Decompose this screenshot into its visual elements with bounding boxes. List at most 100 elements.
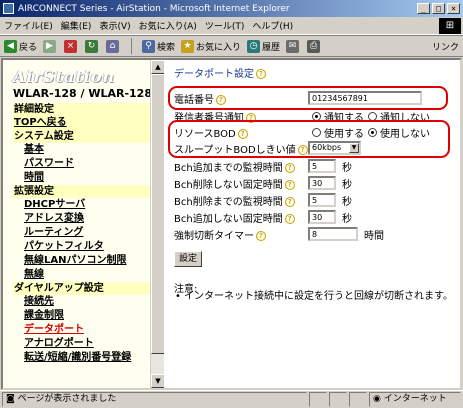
sidebar-item[interactable]: 転送/短縮/識別番号登録 xyxy=(13,351,150,365)
sidebar-item[interactable]: アドレス変換 xyxy=(13,212,150,226)
timer-input[interactable] xyxy=(308,193,336,207)
forward-arrow-icon: ▶ xyxy=(43,39,57,53)
refresh-icon: ↻ xyxy=(85,39,99,53)
sidebar-item[interactable]: 無線LANパソコン制限 xyxy=(13,254,150,268)
sidebar-item[interactable]: パスワード xyxy=(13,157,150,171)
timer-label: Bch削除しない固定時間? xyxy=(174,176,308,191)
status-cell xyxy=(309,392,327,407)
history-label: 履歴 xyxy=(262,42,281,53)
submit-button[interactable]: 設定 xyxy=(174,251,203,267)
home-button[interactable]: ⌂ xyxy=(106,39,121,53)
home-icon: ⌂ xyxy=(106,39,120,53)
menu-favorites[interactable]: お気に入り(A) xyxy=(139,19,197,32)
help-icon[interactable]: ? xyxy=(284,213,295,224)
model-name: WLAR-128 / WLAR-128G xyxy=(13,87,162,100)
refresh-button[interactable]: ↻ xyxy=(85,39,100,53)
menu-edit[interactable]: 編集(E) xyxy=(61,19,92,32)
bullet-icon: • xyxy=(175,291,181,302)
sidebar-item[interactable]: 時間 xyxy=(13,171,150,185)
menu-file[interactable]: ファイル(E) xyxy=(4,19,53,32)
search-button[interactable]: ⚲ 検索 xyxy=(142,39,175,53)
help-icon[interactable]: ? xyxy=(284,196,295,207)
windows-logo-icon: ⊞ xyxy=(439,18,461,34)
favorites-label: お気に入り xyxy=(196,42,242,53)
timer-unit: 時間 xyxy=(364,230,384,242)
timer-row: Bch削除までの監視時間? 秒 xyxy=(174,192,352,208)
sidebar-item[interactable]: 接続先 xyxy=(13,295,150,309)
timer-row: 強制切断タイマー? 時間 xyxy=(174,226,384,242)
sidebar-item: 拡張設定 xyxy=(13,185,150,198)
status-text: ◙ ページが表示されました xyxy=(2,392,307,407)
timer-label: Bch追加までの監視時間? xyxy=(174,159,308,174)
timer-row: Bch追加しない固定時間? 秒 xyxy=(174,209,352,225)
maximize-button[interactable]: □ xyxy=(432,3,445,14)
globe-icon: ◉ xyxy=(373,394,384,404)
timer-input[interactable] xyxy=(308,159,336,173)
zone-indicator: ◉ インターネット xyxy=(369,392,461,407)
sidebar-item[interactable]: 基本 xyxy=(13,143,150,157)
scroll-up-arrow-icon[interactable]: ▲ xyxy=(151,60,165,74)
minimize-button[interactable]: _ xyxy=(417,3,430,14)
sidebar-item[interactable]: ルーティング xyxy=(13,226,150,240)
sidebar-item: システム設定 xyxy=(13,130,150,143)
sidebar-item: 詳細設定 xyxy=(13,103,150,116)
status-cell xyxy=(329,392,347,407)
timer-input[interactable] xyxy=(308,210,336,224)
status-cell xyxy=(349,392,367,407)
back-label: 戻る xyxy=(19,42,38,53)
page-icon: ◙ xyxy=(6,394,18,404)
sidebar-item[interactable]: 無線 xyxy=(13,268,150,282)
stop-button[interactable]: × xyxy=(64,39,79,53)
page-title: データポート設定? xyxy=(174,65,266,80)
timer-row: Bch追加までの監視時間? 秒 xyxy=(174,158,352,174)
scroll-thumb[interactable] xyxy=(151,74,165,354)
history-icon: ◷ xyxy=(247,39,261,53)
sidebar-item[interactable]: パケットフィルタ xyxy=(13,240,150,254)
note-body: • インターネット接続中に設定を行うと回線が切断されます。 xyxy=(175,291,454,303)
menu-bar: ファイル(E) 編集(E) 表示(V) お気に入り(A) ツール(T) ヘルプ(… xyxy=(0,17,463,35)
status-bar: ◙ ページが表示されました ◉ インターネット xyxy=(0,390,463,408)
title-bar: AIRCONNECT Series - AirStation - Microso… xyxy=(0,0,463,17)
sidebar-item[interactable]: DHCPサーバ xyxy=(13,198,150,212)
window-controls: _ □ × xyxy=(417,3,460,14)
history-button[interactable]: ◷ 履歴 xyxy=(247,39,281,53)
toolbar: ◀ 戻る ▶ × ↻ ⌂ ⚲ 検索 ★ お気に入り ◷ 履歴 ✉ ⎙ リンク xyxy=(0,35,463,57)
ie-app-icon xyxy=(3,3,14,14)
timer-unit: 秒 xyxy=(342,196,352,208)
left-frame-scrollbar[interactable]: ▲ ▼ xyxy=(150,60,165,388)
sidebar-item: ダイヤルアップ設定 xyxy=(13,282,150,295)
note-text: インターネット接続中に設定を行うと回線が切断されます。 xyxy=(184,291,453,302)
menu-tools[interactable]: ツール(T) xyxy=(205,19,245,32)
print-button[interactable]: ⎙ xyxy=(307,39,322,53)
sidebar-item[interactable]: アナログポート xyxy=(13,337,150,351)
menu-view[interactable]: 表示(V) xyxy=(99,19,130,32)
help-icon[interactable]: ? xyxy=(284,162,295,173)
mail-icon: ✉ xyxy=(286,39,300,53)
sidebar-item[interactable]: TOPへ戻る xyxy=(13,116,150,130)
sidebar-item[interactable]: 課金制限 xyxy=(13,309,150,323)
help-icon[interactable]: ? xyxy=(284,179,295,190)
close-button[interactable]: × xyxy=(447,3,460,14)
back-button[interactable]: ◀ 戻る xyxy=(4,39,38,53)
mail-button[interactable]: ✉ xyxy=(286,39,301,53)
print-icon: ⎙ xyxy=(307,39,321,53)
left-nav-frame: AirStation WLAR-128 / WLAR-128G 詳細設定 TOPへ… xyxy=(3,60,161,388)
favorites-icon: ★ xyxy=(181,39,195,53)
timer-input[interactable] xyxy=(308,176,336,190)
scroll-down-arrow-icon[interactable]: ▼ xyxy=(151,374,165,388)
help-icon[interactable]: ? xyxy=(256,230,266,241)
sidebar-item[interactable]: データポート xyxy=(13,323,150,337)
favorites-button[interactable]: ★ お気に入り xyxy=(181,39,242,53)
forward-button[interactable]: ▶ xyxy=(43,39,58,53)
highlight-bod xyxy=(168,120,450,158)
search-icon: ⚲ xyxy=(142,39,156,53)
menu-help[interactable]: ヘルプ(H) xyxy=(252,19,293,32)
timer-label: Bch削除までの監視時間? xyxy=(174,193,308,208)
links-button[interactable]: リンク xyxy=(432,40,459,53)
timer-input[interactable] xyxy=(308,227,358,241)
browser-content: AirStation WLAR-128 / WLAR-128G 詳細設定 TOPへ… xyxy=(1,58,462,390)
timer-label: Bch追加しない固定時間? xyxy=(174,210,308,225)
page-title-text: データポート設定 xyxy=(174,69,254,80)
help-icon[interactable]: ? xyxy=(256,69,266,79)
timer-label: 強制切断タイマー? xyxy=(174,227,308,242)
